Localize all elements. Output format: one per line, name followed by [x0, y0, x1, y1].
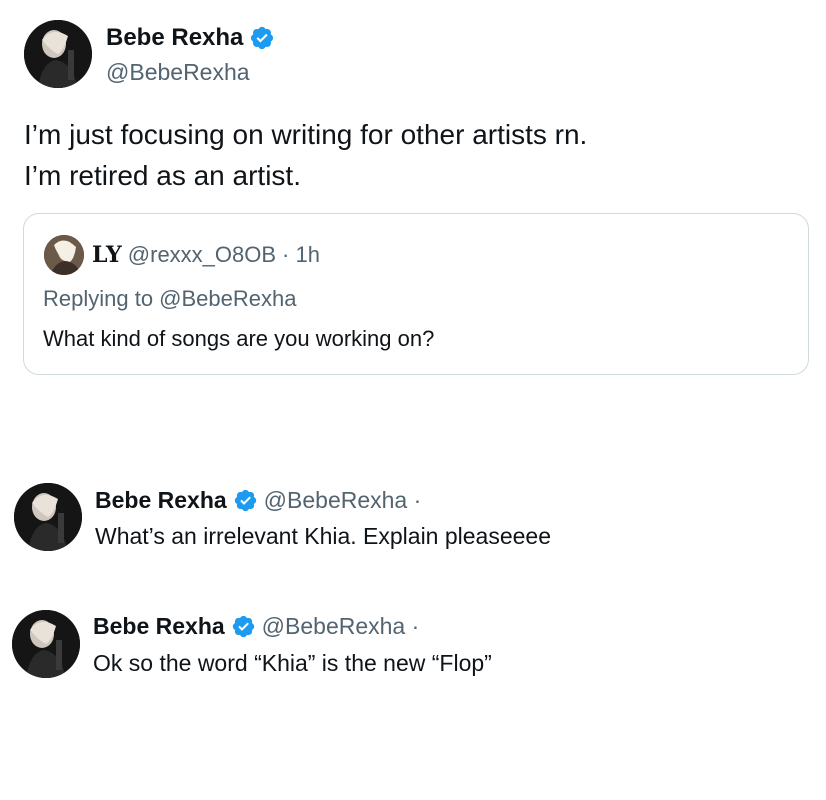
quoted-author-avatar[interactable] [44, 235, 84, 275]
quoted-timestamp[interactable]: · 1h [282, 240, 320, 270]
reply-author-handle[interactable]: @BebeRexha · [262, 611, 420, 641]
author-name[interactable]: Bebe Rexha [106, 22, 243, 54]
replying-to-label: Replying to @BebeRexha [43, 286, 297, 311]
reply-author-name[interactable]: Bebe Rexha [95, 485, 227, 515]
reply-author-avatar[interactable] [12, 610, 80, 678]
quoted-tweet-text: What kind of songs are you working on? [43, 326, 435, 351]
reply-text: Ok so the word “Khia” is the new “Flop” [93, 650, 492, 676]
quoted-author-name[interactable]: LY [92, 240, 122, 270]
avatar-photo [12, 610, 80, 678]
verified-badge-icon [249, 25, 275, 51]
verified-badge-icon [231, 614, 256, 639]
author-handle[interactable]: @BebeRexha [106, 57, 250, 87]
author-avatar[interactable] [24, 20, 92, 88]
avatar-photo [14, 483, 82, 551]
reply-author-avatar[interactable] [14, 483, 82, 551]
author-name-row: Bebe Rexha [106, 22, 275, 54]
reply-author-handle[interactable]: @BebeRexha · [264, 485, 422, 515]
reply-author-row: Bebe Rexha @BebeRexha · [95, 485, 421, 515]
quoted-author-row: LY @rexxx_O8OB · 1h [92, 240, 320, 270]
tweet-text: I’m just focusing on writing for other a… [24, 114, 804, 196]
tweet-text-line: I’m retired as an artist. [24, 160, 301, 191]
reply-author-row: Bebe Rexha @BebeRexha · [93, 611, 419, 641]
quoted-tweet-card[interactable]: LY @rexxx_O8OB · 1h Replying to @BebeRex… [23, 213, 809, 375]
avatar-photo [44, 235, 84, 275]
quoted-author-handle[interactable]: @rexxx_O8OB [128, 240, 276, 270]
avatar-photo [24, 20, 92, 88]
reply-author-name[interactable]: Bebe Rexha [93, 611, 225, 641]
verified-badge-icon [233, 488, 258, 513]
tweet-text-line: I’m just focusing on writing for other a… [24, 119, 588, 150]
reply-text: What’s an irrelevant Khia. Explain pleas… [95, 523, 552, 549]
